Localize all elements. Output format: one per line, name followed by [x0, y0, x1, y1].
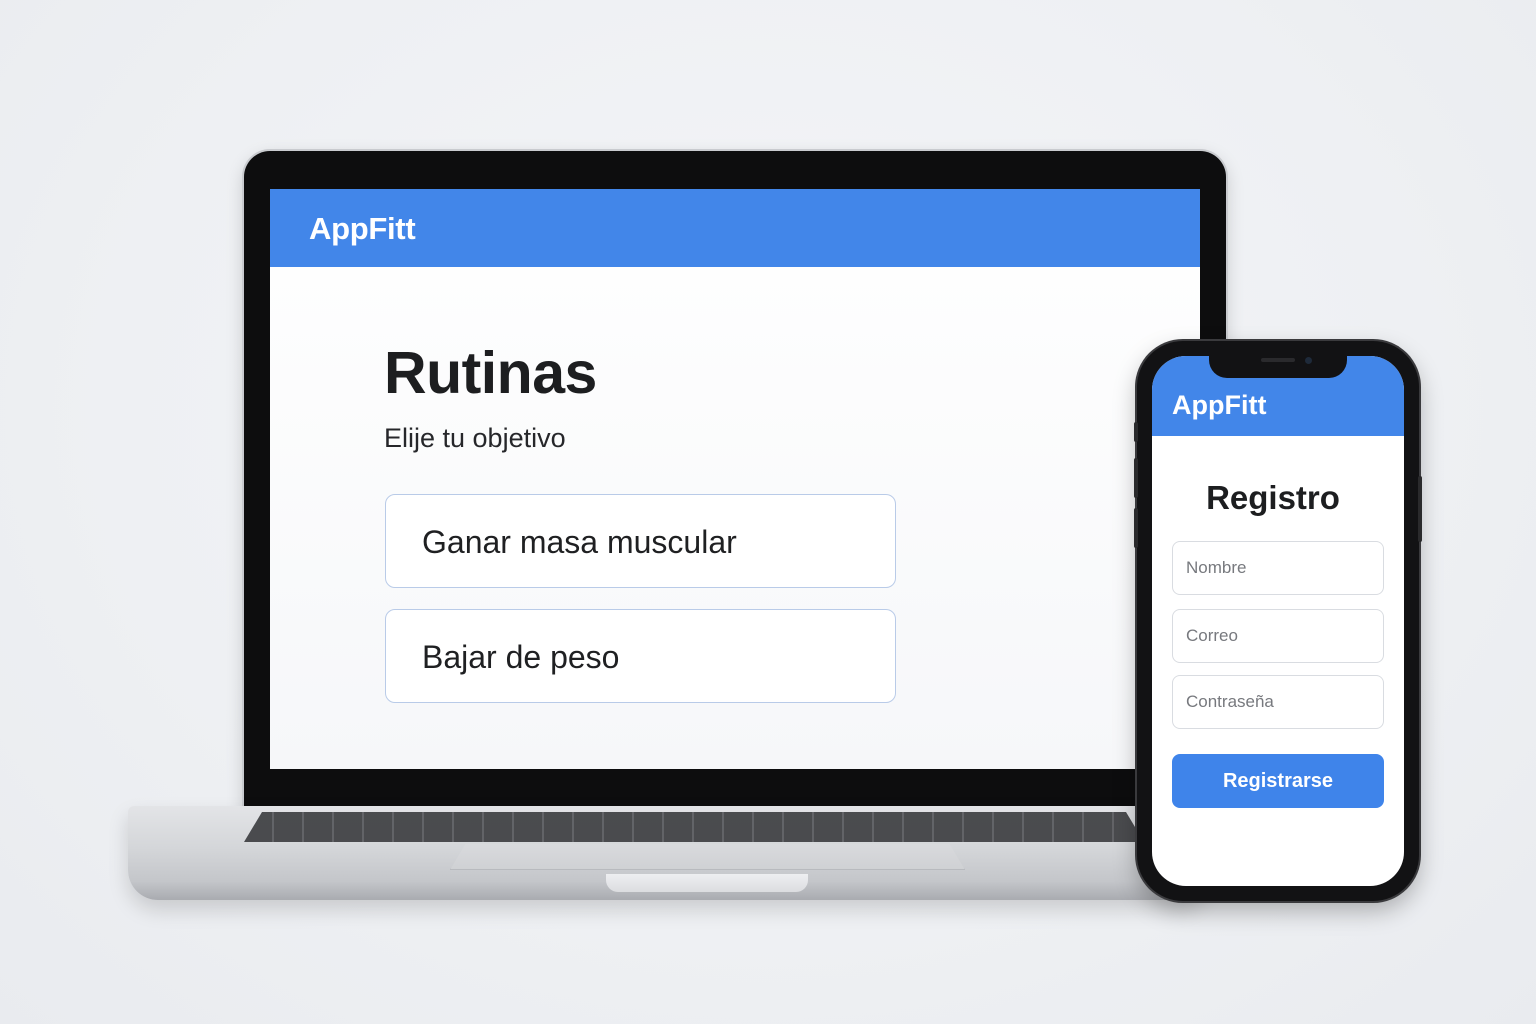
email-field[interactable]: [1172, 609, 1384, 663]
goal-option-lose-weight[interactable]: Bajar de peso: [385, 609, 896, 703]
goal-option-gain-muscle[interactable]: Ganar masa muscular: [385, 494, 896, 588]
phone-speaker: [1261, 358, 1295, 362]
phone-screen: AppFitt Registro Registrarse: [1152, 356, 1404, 886]
phone-silent-switch: [1134, 422, 1138, 442]
goal-option-label: Ganar masa muscular: [422, 524, 737, 560]
phone-header: AppFitt: [1152, 356, 1404, 436]
camera-icon: [1305, 357, 1312, 364]
laptop-trackpad: [450, 844, 965, 870]
password-field[interactable]: [1172, 675, 1384, 729]
phone-brand-logo[interactable]: AppFitt: [1172, 390, 1266, 421]
laptop-keyboard: [244, 812, 1144, 842]
laptop-lip: [606, 874, 808, 892]
phone-notch: [1209, 356, 1347, 378]
laptop-header: AppFitt: [270, 189, 1200, 267]
laptop-brand-logo[interactable]: AppFitt: [309, 211, 416, 247]
page-subtitle: Elije tu objetivo: [384, 423, 566, 453]
register-button[interactable]: Registrarse: [1172, 754, 1384, 808]
laptop-screen: AppFitt Rutinas Elije tu objetivo Ganar …: [270, 189, 1200, 769]
phone-volume-up-button: [1134, 458, 1138, 498]
phone-volume-down-button: [1134, 508, 1138, 548]
register-title: Registro: [1206, 479, 1340, 516]
page-title: Rutinas: [384, 340, 597, 406]
name-field[interactable]: [1172, 541, 1384, 595]
goal-option-label: Bajar de peso: [422, 639, 620, 675]
phone-power-button: [1418, 476, 1422, 542]
